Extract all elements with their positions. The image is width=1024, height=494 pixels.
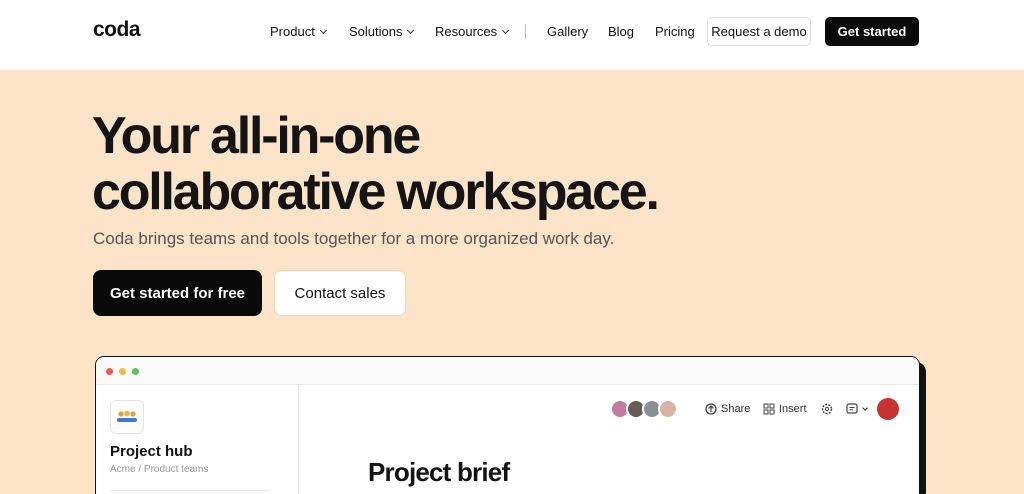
doc-title[interactable]: Project brief (368, 457, 510, 488)
close-dot-icon (106, 368, 113, 375)
hero-title: Your all-in-one collaborative workspace. (92, 107, 660, 221)
request-demo-button[interactable]: Request a demo (707, 17, 811, 46)
nav-solutions-label: Solutions (349, 24, 403, 39)
hero-title-line2: collaborative workspace. (92, 163, 660, 221)
comments-menu-button[interactable] (846, 403, 868, 415)
nav-product-label: Product (270, 24, 315, 39)
insert-label: Insert (779, 403, 807, 415)
user-avatar[interactable] (877, 398, 899, 420)
nav-resources[interactable]: Resources (435, 24, 510, 39)
nav-gallery[interactable]: Gallery (547, 24, 588, 39)
share-icon (705, 403, 717, 415)
nav-product[interactable]: Product (270, 24, 327, 39)
contact-sales-button[interactable]: Contact sales (274, 270, 406, 316)
get-started-free-button[interactable]: Get started for free (93, 270, 262, 316)
chevron-down-icon (502, 26, 510, 34)
comment-icon (846, 403, 858, 414)
window-titlebar (96, 357, 919, 385)
nav-solutions[interactable]: Solutions (349, 24, 415, 39)
nav-blog[interactable]: Blog (608, 24, 634, 39)
project-hub-breadcrumb[interactable]: Acme / Product teams (110, 464, 208, 475)
insert-button[interactable]: Insert (763, 403, 807, 415)
top-nav: coda Product Solutions Resources Gallery… (0, 0, 1024, 70)
sidebar-divider (110, 490, 270, 491)
share-button[interactable]: Share (705, 403, 750, 415)
share-label: Share (721, 403, 751, 415)
coda-logo[interactable]: coda (93, 18, 141, 42)
get-started-button[interactable]: Get started (825, 17, 919, 46)
minimize-dot-icon (119, 368, 126, 375)
app-preview-window: Project hub Acme / Product teams Share I… (95, 356, 920, 494)
project-hub-icon (110, 400, 144, 434)
nav-pricing[interactable]: Pricing (655, 24, 695, 39)
nav-divider (525, 24, 526, 39)
hero-title-line1: Your all-in-one (92, 107, 421, 165)
maximize-dot-icon (132, 368, 139, 375)
hero-subtitle: Coda brings teams and tools together for… (93, 229, 615, 248)
team-icon (117, 410, 137, 422)
settings-button[interactable] (821, 403, 833, 415)
chevron-down-icon (319, 26, 327, 34)
chevron-down-icon (407, 26, 415, 34)
avatar (658, 399, 678, 419)
nav-resources-label: Resources (435, 24, 498, 39)
gear-icon (821, 403, 833, 415)
insert-grid-icon (763, 403, 775, 415)
project-hub-title[interactable]: Project hub (110, 443, 193, 460)
chevron-down-icon (862, 404, 868, 411)
doc-sidebar: Project hub Acme / Product teams (96, 385, 299, 494)
collaborator-avatars (610, 399, 678, 419)
